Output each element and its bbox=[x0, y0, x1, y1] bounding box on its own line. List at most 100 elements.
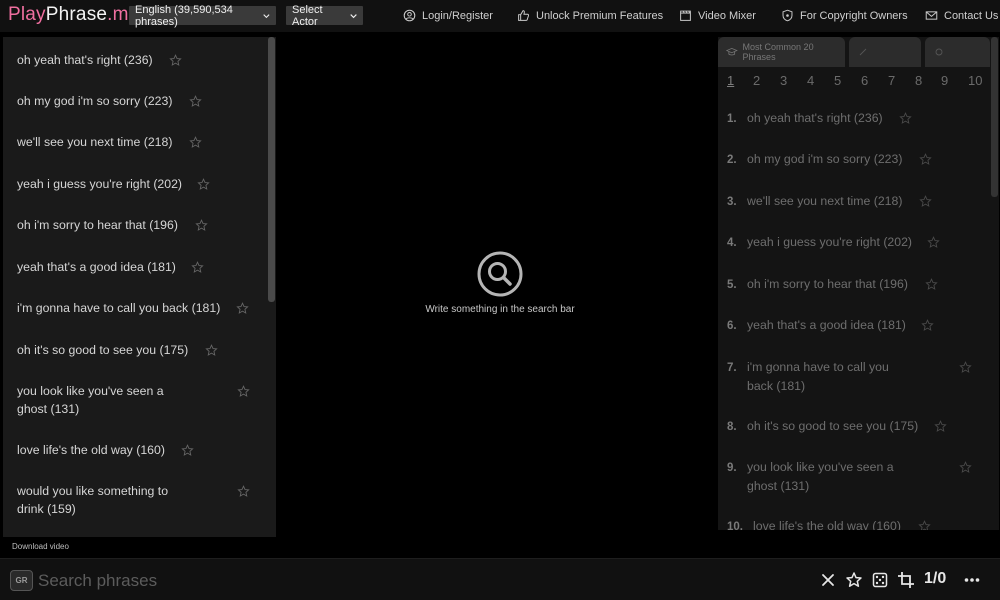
star-icon[interactable] bbox=[927, 236, 940, 249]
phrase-list-item[interactable]: yeah that's a good idea (181) bbox=[17, 259, 257, 277]
phrase-list-item[interactable]: would you like something to drink (159) bbox=[17, 483, 257, 518]
language-badge[interactable]: GR bbox=[10, 570, 33, 591]
page-link[interactable]: 5 bbox=[834, 73, 841, 88]
ranked-phrase-item[interactable]: 2. oh my god i'm so sorry (223) bbox=[727, 151, 977, 170]
tab-most-common[interactable]: Most Common 20 Phrases bbox=[718, 37, 845, 67]
phrase-text: would you like something to bbox=[17, 484, 169, 498]
more-options-icon[interactable] bbox=[963, 571, 981, 589]
phrase-text: oh it's so good to see you (175) bbox=[747, 419, 919, 433]
star-icon[interactable] bbox=[191, 261, 204, 274]
user-circle-icon bbox=[403, 9, 416, 22]
phrase-list-item[interactable]: oh yeah that's right (236) bbox=[17, 52, 257, 70]
scrollbar-thumb[interactable] bbox=[268, 37, 275, 302]
ranked-phrase-item[interactable]: 10. love life's the old way (160) bbox=[727, 518, 977, 530]
star-icon[interactable] bbox=[934, 420, 947, 433]
scrollbar-thumb[interactable] bbox=[991, 37, 998, 197]
star-icon[interactable] bbox=[181, 444, 194, 457]
phrase-text: you look like you've seen a bbox=[747, 460, 894, 474]
logo-text-play: Play bbox=[8, 4, 46, 25]
star-icon[interactable] bbox=[189, 95, 202, 108]
star-icon[interactable] bbox=[959, 461, 972, 474]
phrase-list-item[interactable]: yeah i guess you're right (202) bbox=[17, 176, 257, 194]
rank-number: 8. bbox=[727, 421, 737, 433]
phrase-list-item[interactable]: you look like you've seen a ghost (131) bbox=[17, 383, 257, 418]
nav-video-mixer[interactable]: Video Mixer bbox=[679, 9, 756, 22]
star-icon[interactable] bbox=[236, 302, 249, 315]
page-link[interactable]: 9 bbox=[941, 73, 948, 88]
page-link[interactable]: 8 bbox=[915, 73, 922, 88]
star-icon[interactable] bbox=[205, 344, 218, 357]
star-icon[interactable] bbox=[195, 219, 208, 232]
phrase-list-item[interactable]: we'll see you next time (218) bbox=[17, 134, 257, 152]
star-icon[interactable] bbox=[845, 571, 863, 589]
star-icon[interactable] bbox=[919, 153, 932, 166]
tab-second[interactable] bbox=[849, 37, 921, 67]
nav-contact-label: Contact Us bbox=[944, 9, 999, 22]
star-icon[interactable] bbox=[921, 319, 934, 332]
rank-number: 3. bbox=[727, 196, 737, 208]
phrase-list-item[interactable]: oh my god i'm so sorry (223) bbox=[17, 93, 257, 111]
most-common-panel: Most Common 20 Phrases 1 2 3 4 5 6 7 8 9… bbox=[718, 37, 990, 530]
site-logo[interactable]: PlayPhrase.me bbox=[8, 4, 139, 26]
nav-contact[interactable]: Contact Us bbox=[925, 9, 998, 22]
tab-icon bbox=[859, 48, 867, 56]
star-icon[interactable] bbox=[169, 54, 182, 67]
tab-third[interactable] bbox=[925, 37, 990, 67]
phrase-list-item[interactable]: i'm gonna have to call you back (181) bbox=[17, 300, 257, 318]
graduation-cap-icon bbox=[726, 47, 738, 56]
language-select[interactable]: English (39,590,534 phrases) bbox=[129, 4, 276, 28]
star-icon[interactable] bbox=[197, 178, 210, 191]
nav-login[interactable]: Login/Register bbox=[403, 9, 493, 22]
ranked-phrase-item[interactable]: 7. i'm gonna have to call you back (181) bbox=[727, 359, 977, 395]
star-icon[interactable] bbox=[959, 361, 972, 374]
download-video-link[interactable]: Download video bbox=[12, 542, 69, 551]
star-icon[interactable] bbox=[899, 112, 912, 125]
star-icon[interactable] bbox=[918, 520, 931, 530]
search-input[interactable] bbox=[38, 568, 798, 594]
page-link[interactable]: 1 bbox=[727, 73, 734, 88]
page-link[interactable]: 4 bbox=[807, 73, 814, 88]
page-link[interactable]: 6 bbox=[861, 73, 868, 88]
nav-premium[interactable]: Unlock Premium Features bbox=[517, 9, 663, 22]
mail-icon bbox=[925, 11, 938, 20]
rank-number: 6. bbox=[727, 320, 737, 332]
phrase-list-item[interactable]: oh i'm sorry to hear that (196) bbox=[17, 217, 257, 235]
nav-copyright[interactable]: For Copyright Owners bbox=[781, 9, 908, 22]
actor-select-label: Select Actor bbox=[292, 3, 323, 28]
phrase-text: love life's the old way (160) bbox=[753, 519, 901, 530]
ranked-phrase-item[interactable]: 5. oh i'm sorry to hear that (196) bbox=[727, 276, 977, 295]
phrase-text: oh my god i'm so sorry (223) bbox=[17, 94, 173, 108]
ranked-phrase-item[interactable]: 9. you look like you've seen a ghost (131… bbox=[727, 459, 977, 495]
ranked-phrase-item[interactable]: 6. yeah that's a good idea (181) bbox=[727, 317, 977, 336]
logo-text-phrase: Phrase bbox=[45, 4, 108, 25]
star-icon[interactable] bbox=[925, 278, 938, 291]
nav-copyright-label: For Copyright Owners bbox=[800, 9, 908, 22]
actor-select[interactable]: Select Actor bbox=[286, 3, 363, 28]
chevron-down-icon bbox=[350, 13, 357, 18]
nav-video-mixer-label: Video Mixer bbox=[698, 9, 756, 22]
dice-icon[interactable] bbox=[871, 571, 889, 589]
crop-icon[interactable] bbox=[897, 571, 915, 589]
star-icon[interactable] bbox=[237, 385, 250, 398]
ranked-phrase-item[interactable]: 3. we'll see you next time (218) bbox=[727, 193, 977, 212]
phrase-list-item[interactable]: love life's the old way (160) bbox=[17, 442, 257, 460]
star-icon[interactable] bbox=[237, 485, 250, 498]
star-icon[interactable] bbox=[919, 195, 932, 208]
bottom-search-bar: GR 1/0 bbox=[0, 558, 1000, 600]
phrase-list-scrollbar[interactable] bbox=[267, 37, 276, 537]
most-common-scrollbar[interactable] bbox=[990, 37, 999, 530]
phrase-list-item[interactable]: oh it's so good to see you (175) bbox=[17, 342, 257, 360]
clapperboard-icon bbox=[680, 10, 691, 21]
phrase-text: yeah that's a good idea (181) bbox=[17, 260, 176, 274]
page-link[interactable]: 7 bbox=[888, 73, 895, 88]
phrase-text: oh yeah that's right (236) bbox=[17, 53, 153, 67]
page-link[interactable]: 2 bbox=[753, 73, 760, 88]
page-link[interactable]: 10 bbox=[968, 73, 982, 88]
close-icon[interactable] bbox=[819, 571, 837, 589]
ranked-phrase-item[interactable]: 1. oh yeah that's right (236) bbox=[727, 110, 977, 129]
page-link[interactable]: 3 bbox=[780, 73, 787, 88]
rank-number: 1. bbox=[727, 113, 737, 125]
phrase-text: oh yeah that's right (236) bbox=[747, 111, 883, 125]
chevron-down-icon bbox=[263, 13, 270, 18]
star-icon[interactable] bbox=[189, 136, 202, 149]
